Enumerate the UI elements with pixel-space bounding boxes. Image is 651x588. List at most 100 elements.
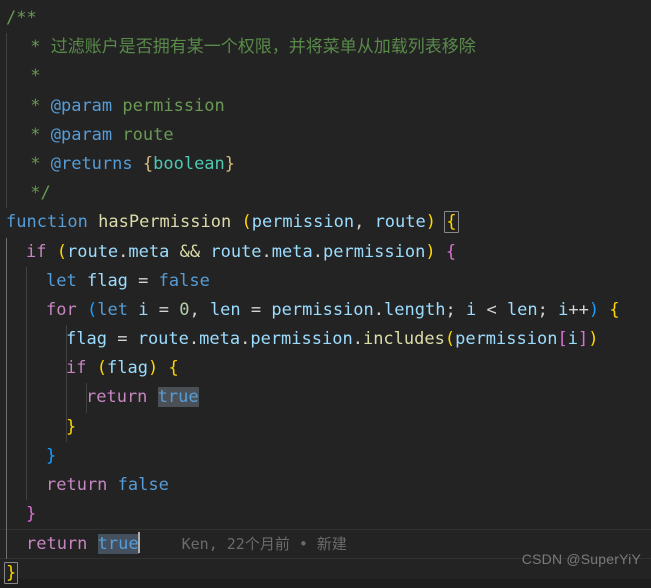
token-brace-open: { xyxy=(168,358,179,379)
token-identifier-length: length xyxy=(384,299,446,320)
token-paren-open: ( xyxy=(86,299,98,320)
token-comment-open: /** xyxy=(6,8,37,28)
token-comment-chinese: 过滤账户是否拥有某一个权限，并将菜单从加载列表移除 xyxy=(40,37,476,58)
indent-guide xyxy=(66,383,67,413)
token-identifier-flag: flag xyxy=(86,270,128,291)
token-dot: . xyxy=(188,329,200,350)
token-identifier-i: i xyxy=(558,299,569,320)
indent-guide-active xyxy=(6,412,7,442)
token-param-name-permission: permission xyxy=(122,95,225,116)
token-method-includes: includes xyxy=(362,329,445,350)
token-brace-open: { xyxy=(445,241,457,262)
token-comment-star: * xyxy=(20,153,41,174)
indent-guide-active xyxy=(6,529,7,559)
code-line[interactable]: } xyxy=(0,412,651,442)
indent-guide-active xyxy=(6,471,7,501)
token-literal-false: false xyxy=(158,270,210,291)
code-line[interactable]: return true xyxy=(0,383,651,413)
indent-guide xyxy=(26,266,27,296)
token-operator-and: && xyxy=(179,241,201,262)
token-brace-open: { xyxy=(609,299,620,320)
code-line[interactable]: return false xyxy=(0,471,651,501)
code-line[interactable]: * @param route xyxy=(0,120,651,150)
token-identifier-i: i xyxy=(138,299,149,320)
token-paren-close: ) xyxy=(588,299,600,320)
token-brace-open-matched: { xyxy=(444,211,459,234)
code-line[interactable]: for (let i = 0, len = permission.length;… xyxy=(0,295,651,326)
indent-guide xyxy=(66,412,67,442)
watermark: CSDN @SuperYiY xyxy=(521,550,641,567)
indent-guide xyxy=(26,354,27,384)
indent-guide-active xyxy=(6,354,7,384)
token-operator-assign: = xyxy=(250,299,262,320)
code-editor[interactable]: /** * 过滤账户是否拥有某一个权限，并将菜单从加载列表移除 * * @par… xyxy=(0,0,651,584)
code-line[interactable]: } xyxy=(0,500,651,530)
token-operator-lt: < xyxy=(486,299,497,320)
token-paren-open: ( xyxy=(96,358,107,379)
token-identifier-i: i xyxy=(465,299,477,320)
token-paren-close: ) xyxy=(425,241,436,262)
code-line[interactable]: if (route.meta && route.meta.permission)… xyxy=(0,237,651,267)
token-number-zero: 0 xyxy=(179,299,190,320)
code-line[interactable]: */ xyxy=(0,179,651,209)
token-keyword-for: for xyxy=(46,299,77,320)
token-identifier-route: route xyxy=(66,241,119,262)
code-line[interactable]: * 过滤账户是否拥有某一个权限，并将菜单从加载列表移除 xyxy=(0,33,651,63)
token-param-permission: permission xyxy=(251,212,355,233)
token-identifier-permission: permission xyxy=(250,329,353,350)
code-line[interactable]: if (flag) { xyxy=(0,354,651,384)
indent-guide xyxy=(6,179,7,209)
indent-guide xyxy=(6,33,7,63)
token-jsdoc-type-boolean: boolean xyxy=(153,153,225,174)
indent-guide-active xyxy=(6,441,7,471)
token-comment-star: * xyxy=(20,124,41,145)
token-jsdoc-brace-close: } xyxy=(224,153,236,174)
token-paren-open: ( xyxy=(56,241,67,262)
token-operator-assign: = xyxy=(117,329,128,350)
token-brace-close: } xyxy=(26,504,37,525)
token-keyword-if: if xyxy=(66,358,87,379)
token-identifier-permission: permission xyxy=(271,299,374,320)
token-comment-star: * xyxy=(20,95,41,116)
token-param-route: route xyxy=(374,212,426,233)
indent-guide xyxy=(6,149,7,180)
indent-guide xyxy=(6,91,7,121)
token-literal-false: false xyxy=(117,475,169,495)
code-content[interactable]: /** * 过滤账户是否拥有某一个权限，并将菜单从加载列表移除 * * @par… xyxy=(0,4,651,588)
token-dot: . xyxy=(373,299,385,320)
token-comment-close: */ xyxy=(20,183,51,204)
token-paren-close: ) xyxy=(588,329,599,350)
code-line[interactable]: * @param permission xyxy=(0,91,651,121)
token-bracket-close: ] xyxy=(577,329,589,350)
token-dot: . xyxy=(240,329,251,350)
token-keyword-return: return xyxy=(86,387,148,408)
token-comment-star: * xyxy=(20,37,41,58)
code-line[interactable]: /** xyxy=(0,4,651,33)
indent-guide xyxy=(26,412,27,442)
token-brace-close-matched: } xyxy=(4,561,19,584)
code-line[interactable]: * @returns {boolean} xyxy=(0,149,651,180)
code-line[interactable]: } xyxy=(0,441,651,471)
code-line[interactable]: * xyxy=(0,62,651,92)
token-paren-close: ) xyxy=(147,358,159,379)
token-brace-close: } xyxy=(46,445,57,466)
code-line[interactable]: let flag = false xyxy=(0,266,651,296)
token-literal-true-selected: true xyxy=(97,534,139,555)
token-identifier-i: i xyxy=(567,329,578,350)
indent-guide xyxy=(26,471,27,501)
git-blame-annotation[interactable]: Ken, 22个月前 • 新建 xyxy=(140,535,347,553)
token-operator-assign: = xyxy=(138,270,149,291)
token-keyword-let: let xyxy=(97,299,128,320)
indent-guide xyxy=(66,325,67,355)
token-identifier-permission: permission xyxy=(455,329,558,350)
code-line[interactable]: function hasPermission (permission, rout… xyxy=(0,208,651,237)
token-dot: . xyxy=(312,241,323,262)
token-comment-star: * xyxy=(20,66,41,87)
token-paren-open: ( xyxy=(241,212,252,233)
token-operator-increment: ++ xyxy=(568,299,589,320)
indent-guide-active xyxy=(6,325,7,355)
token-identifier-len: len xyxy=(209,299,241,320)
token-param-name-route: route xyxy=(122,124,174,145)
code-line[interactable]: flag = route.meta.permission.includes(pe… xyxy=(0,325,651,355)
token-identifier-flag: flag xyxy=(66,329,107,350)
